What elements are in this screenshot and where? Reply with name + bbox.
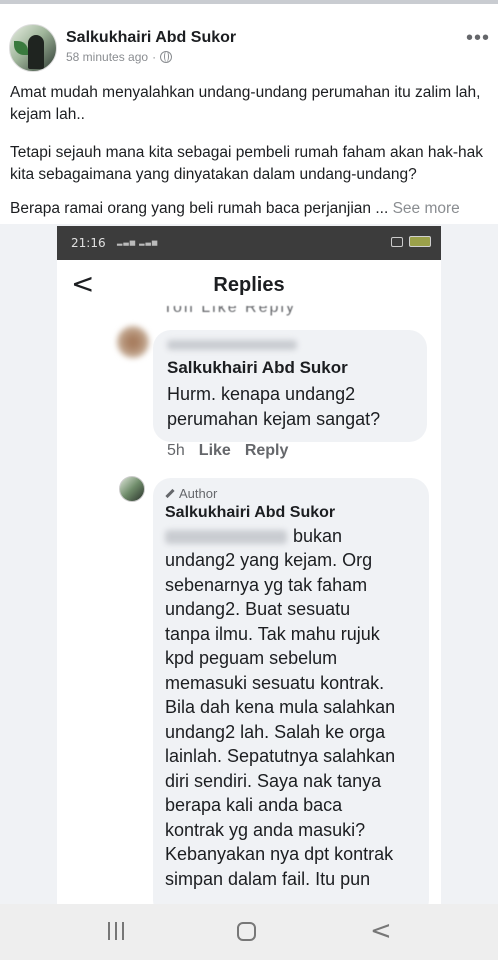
status-time: 21:16 (71, 236, 106, 250)
comment-2-line: simpan dalam fail. Itu pun (165, 868, 371, 889)
comment-2-line: tanpa ilmu. Tak mahu rujuk (165, 623, 380, 644)
see-more-link[interactable]: See more (393, 200, 460, 217)
signal-icon: ▂▃▅ ▂▃▅ (117, 239, 159, 246)
comment-bubble-1: Salkukhairi Abd Sukor Hurm. kenapa undan… (153, 330, 427, 442)
replies-header: < Replies (57, 260, 441, 312)
battery-icon (409, 236, 431, 247)
post-paragraph-3: Berapa ramai orang yang beli rumah baca … (10, 198, 488, 220)
vibrate-icon (391, 236, 403, 247)
comment-1-reply: Reply (244, 442, 289, 459)
comment-2-line: undang2. Buat sesuatu (165, 599, 351, 619)
meta-separator: · (152, 50, 157, 64)
redacted-mention (165, 530, 287, 544)
status-icons (391, 236, 431, 247)
replies-title: Replies (213, 274, 285, 296)
post-paragraph-1: Amat mudah menyalahkan undang-undang per… (10, 84, 481, 123)
comment-2-author: Salkukhairi Abd Sukor (165, 504, 336, 521)
post-paragraph-2: Tetapi sejauh mana kita sebagai pembeli … (10, 144, 484, 183)
author-avatar (119, 476, 145, 502)
comment-1-actions: 5h Like Reply (167, 442, 288, 460)
comment-2-line: undang2 lah. Salah ke orga (165, 721, 386, 742)
comment-2-line: kontrak yg anda masuki? (165, 819, 366, 840)
globe-icon (160, 51, 173, 63)
comment-2-line-1: bukan (293, 526, 343, 546)
phone-screenshot: 21:16 ▂▃▅ ▂▃▅ < Replies Ton Like Reply S… (57, 226, 441, 906)
commenter-avatar-blurred (117, 326, 149, 358)
comment-2-line: Kebanyakan nya dpt kontrak (165, 844, 394, 864)
comment-2-line: undang2 yang kejam. Org (165, 550, 373, 570)
redacted-name (167, 340, 297, 350)
comment-2-line: kpd peguam sebelum (165, 648, 338, 668)
comment-1-like: Like (198, 442, 231, 459)
author-badge: Author (165, 486, 217, 501)
comment-2-line: sebenarnya yg tak faham (165, 574, 368, 595)
back-icon[interactable]: < (370, 918, 392, 944)
home-icon[interactable] (237, 922, 256, 941)
person-figure (28, 35, 44, 69)
comment-2-line: memasuki sesuatu kontrak. (165, 672, 385, 693)
author-badge-label: Author (179, 486, 218, 501)
post-meta: 58 minutes ago · (66, 50, 173, 64)
poster-name[interactable]: Salkukhairi Abd Sukor (66, 29, 236, 47)
comment-2-line: lainlah. Sepatutnya salahkan (165, 746, 396, 766)
comment-bubble-2: Author Salkukhairi Abd Sukor bukan undan… (153, 478, 429, 906)
attached-screenshot[interactable]: 21:16 ▂▃▅ ▂▃▅ < Replies Ton Like Reply S… (0, 224, 498, 960)
comment-1-author: Salkukhairi Abd Sukor (167, 358, 348, 377)
poster-avatar[interactable] (9, 24, 57, 72)
more-options-icon[interactable]: ••• (466, 28, 490, 48)
comment-2-body: undang2 yang kejam. Org sebenarnya yg tak… (165, 548, 427, 891)
comment-1-time: 5h (167, 442, 185, 459)
comment-2-line: Bila dah kena mula salahkan (165, 697, 396, 717)
recent-apps-icon[interactable] (108, 922, 124, 940)
post-paragraph-3-text: Berapa ramai orang yang beli rumah baca … (10, 200, 389, 217)
comment-2-line: berapa kali anda baca (165, 795, 343, 815)
comment-1-text: Hurm. kenapa undang2 perumahan kejam san… (167, 384, 381, 429)
cut-off-actions: Ton Like Reply (163, 306, 296, 316)
pencil-icon (165, 488, 175, 499)
leaf-logo (14, 41, 28, 55)
comment-2-line: diri sendiri. Saya nak tanya (165, 770, 382, 791)
status-bar: 21:16 ▂▃▅ ▂▃▅ (57, 226, 441, 260)
post-time[interactable]: 58 minutes ago (66, 50, 148, 64)
post-header: Salkukhairi Abd Sukor 58 minutes ago · •… (0, 22, 498, 78)
top-divider (0, 0, 498, 16)
android-nav-bar: < (0, 904, 498, 960)
